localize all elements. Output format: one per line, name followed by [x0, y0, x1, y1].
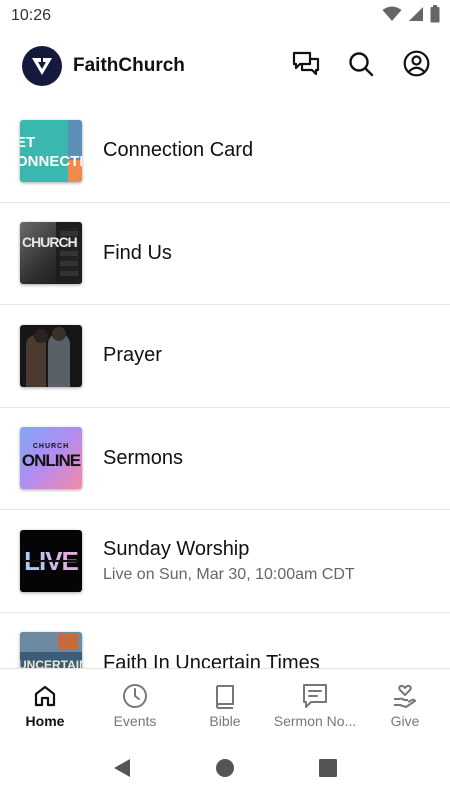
- list-item-sunday-worship[interactable]: LIVE Sunday Worship Live on Sun, Mar 30,…: [0, 510, 450, 613]
- tab-label: Events: [113, 713, 157, 729]
- find-us-thumb-text: CHURCH: [22, 234, 78, 251]
- tab-give[interactable]: Give: [360, 669, 450, 740]
- list-item-faith-in-uncertain-times[interactable]: UNCERTAIN Faith In Uncertain Times: [0, 613, 450, 668]
- list-item-find-us[interactable]: CHURCH Find Us: [0, 203, 450, 305]
- connection-card-thumb-text: ET ONNECTE: [20, 133, 82, 170]
- list-item-sermons[interactable]: CHURCH ONLINE Sermons: [0, 408, 450, 510]
- system-recents-button[interactable]: [310, 752, 346, 788]
- list-item-title: Faith In Uncertain Times: [103, 651, 320, 668]
- list-item-text: Prayer: [103, 344, 162, 367]
- battery-icon: [430, 4, 440, 28]
- connection-card-thumbnail: ET ONNECTE: [20, 119, 82, 182]
- profile-button[interactable]: [402, 50, 430, 82]
- status-time: 10:26: [11, 7, 52, 24]
- sermons-thumb-small-text: CHURCH: [32, 443, 70, 451]
- find-us-thumbnail: CHURCH: [20, 222, 82, 285]
- wifi-icon: [382, 6, 402, 27]
- tab-label: Give: [390, 713, 420, 729]
- back-triangle-icon: [112, 757, 132, 784]
- tab-home[interactable]: Home: [0, 669, 90, 740]
- list-item-text: Find Us: [103, 242, 172, 265]
- system-back-button[interactable]: [104, 752, 140, 788]
- tab-events[interactable]: Events: [90, 669, 180, 740]
- list-item-text: Faith In Uncertain Times: [103, 652, 320, 668]
- search-button[interactable]: [347, 51, 375, 82]
- clock-icon: [121, 682, 149, 710]
- sermons-thumbnail: CHURCH ONLINE: [20, 427, 82, 490]
- status-icons: [382, 4, 440, 28]
- list-item-subtitle: Live on Sun, Mar 30, 10:00am CDT: [103, 565, 355, 583]
- list-item-connection-card[interactable]: ET ONNECTE Connection Card: [0, 100, 450, 203]
- church-logo: [22, 46, 62, 86]
- header-actions: [292, 50, 430, 82]
- list-item-title: Prayer: [103, 344, 162, 367]
- sermons-thumb-text: ONLINE: [21, 451, 81, 471]
- list-item-title: Connection Card: [103, 139, 254, 162]
- uncertain-thumb-text: UNCERTAIN: [20, 658, 82, 668]
- status-bar: 10:26: [0, 0, 450, 32]
- faith-uncertain-thumbnail: UNCERTAIN: [20, 632, 82, 668]
- content-list: ET ONNECTE Connection Card CHURCH Find U…: [0, 100, 450, 668]
- give-icon: [391, 682, 419, 710]
- chat-icon: [292, 51, 320, 82]
- list-item-text: Connection Card: [103, 139, 253, 162]
- sunday-worship-thumbnail: LIVE: [20, 529, 82, 592]
- bottom-nav: Home Events Bible Sermon No... Give: [0, 668, 450, 740]
- list-item-prayer[interactable]: Prayer: [0, 305, 450, 408]
- cellular-icon: [408, 6, 424, 27]
- account-icon: [403, 50, 430, 82]
- list-item-title: Find Us: [103, 241, 172, 264]
- search-icon: [348, 51, 374, 82]
- app-title: FaithChurch: [73, 55, 185, 76]
- prayer-thumbnail: [20, 324, 82, 387]
- system-nav-bar: [0, 740, 450, 800]
- list-item-text: Sermons: [103, 447, 183, 470]
- list-item-title: Sunday Worship: [103, 537, 250, 560]
- list-item-text: Sunday Worship Live on Sun, Mar 30, 10:0…: [103, 538, 355, 584]
- system-home-button[interactable]: [207, 752, 243, 788]
- home-circle-icon: [215, 758, 235, 783]
- app-header: FaithChurch: [0, 32, 450, 100]
- recents-square-icon: [318, 758, 338, 783]
- list-item-title: Sermons: [103, 446, 184, 469]
- tab-sermon-notes[interactable]: Sermon No...: [270, 669, 360, 740]
- tab-bible[interactable]: Bible: [180, 669, 270, 740]
- tab-label: Bible: [209, 713, 241, 729]
- home-icon: [31, 682, 59, 710]
- tab-label: Sermon No...: [273, 713, 357, 729]
- chat-button[interactable]: [292, 51, 320, 82]
- notes-icon: [301, 682, 329, 710]
- tab-label: Home: [25, 713, 65, 729]
- book-icon: [211, 682, 239, 710]
